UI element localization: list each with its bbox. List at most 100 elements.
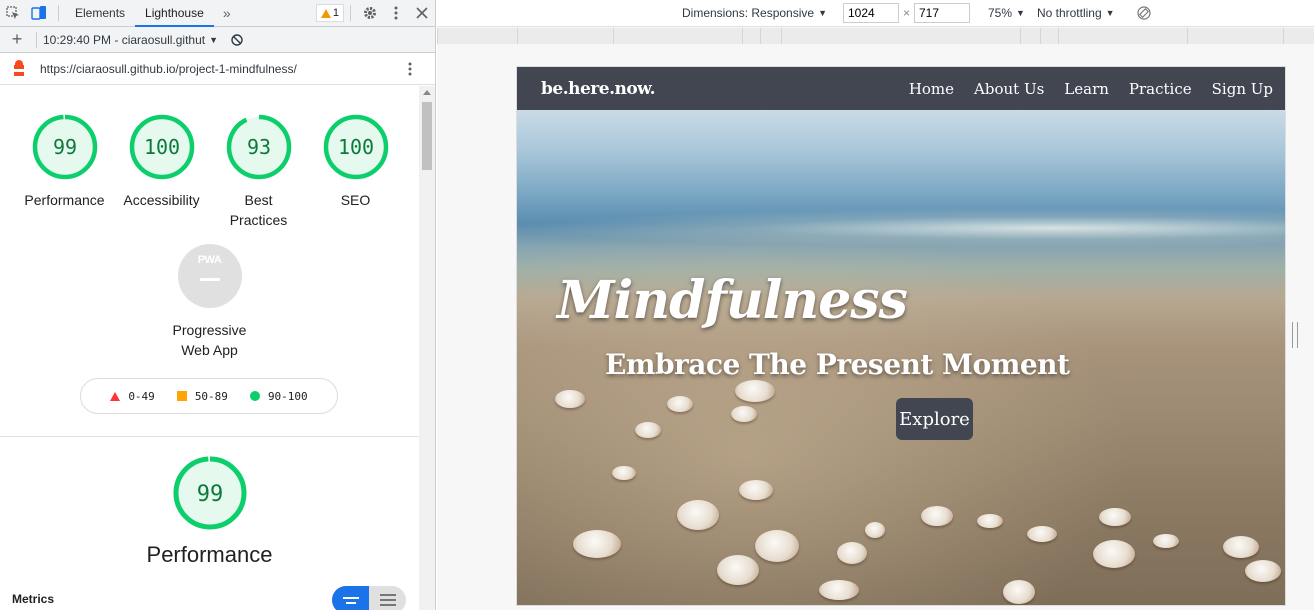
- report-selector[interactable]: 10:29:40 PM - ciaraosull.githut ▼: [43, 33, 218, 47]
- seashell: [555, 390, 585, 408]
- site-logo[interactable]: be.here.now.: [541, 79, 656, 99]
- explore-button[interactable]: Explore: [896, 398, 973, 440]
- zoom-select[interactable]: 75% ▼: [988, 6, 1025, 20]
- gauge-ring: 99: [173, 456, 246, 530]
- hero-beach-image: Mindfulness Embrace The Present Moment E…: [517, 110, 1285, 605]
- times-sign: ×: [902, 6, 910, 20]
- width-input[interactable]: [842, 3, 899, 23]
- seashell: [667, 396, 693, 412]
- tab-elements[interactable]: Elements: [65, 0, 135, 27]
- score-legend: 0-49 50-89 90-100: [80, 378, 338, 414]
- gauge-best-practices[interactable]: 93 Best Practices: [210, 114, 307, 230]
- gauge-value: 100: [143, 135, 179, 159]
- more-tabs-icon[interactable]: »: [214, 0, 240, 26]
- emulated-page: be.here.now. Home About Us Learn Practic…: [517, 67, 1285, 605]
- rotate-icon[interactable]: [1136, 6, 1151, 20]
- gauge-value: 99: [196, 482, 223, 507]
- nav-link-signup[interactable]: Sign Up: [1212, 80, 1273, 98]
- media-query-ruler[interactable]: [437, 28, 1314, 44]
- nav-link-practice[interactable]: Practice: [1129, 80, 1192, 98]
- gauge-label: Accessibility: [123, 192, 200, 208]
- chevron-down-icon: ▼: [209, 34, 219, 45]
- seashell: [635, 422, 661, 438]
- pwa-badge-icon: PWA: [177, 244, 242, 308]
- dimensions-select[interactable]: Dimensions: Responsive ▼: [682, 6, 827, 20]
- seashell: [819, 580, 859, 600]
- kebab-menu-icon[interactable]: [383, 0, 409, 26]
- report-toolbar: + 10:29:40 PM - ciaraosull.githut ▼: [0, 27, 435, 53]
- gauge-seo[interactable]: 100 SEO: [307, 114, 404, 230]
- nav-link-learn[interactable]: Learn: [1064, 80, 1109, 98]
- gauge-ring: 99: [32, 114, 97, 180]
- site-nav-links: Home About Us Learn Practice Sign Up: [909, 80, 1273, 98]
- warnings-badge[interactable]: 1: [315, 4, 344, 22]
- device-toolbar: Dimensions: Responsive ▼ × 75% ▼ No thro…: [437, 0, 1314, 27]
- performance-title: Performance: [146, 542, 273, 567]
- seashell: [1099, 508, 1131, 526]
- inspect-element-icon[interactable]: [0, 0, 26, 26]
- dimensions-label: Dimensions: Responsive: [682, 6, 815, 20]
- nav-link-about[interactable]: About Us: [974, 80, 1044, 98]
- gauge-ring: 100: [129, 114, 194, 180]
- gauge-label: Performance: [24, 192, 105, 208]
- expanded-view-icon[interactable]: [369, 586, 406, 610]
- seashell: [717, 555, 759, 585]
- pwa-label: Progressive Web App: [172, 322, 247, 358]
- seashell: [1093, 540, 1135, 568]
- report-scrollbar[interactable]: [419, 86, 435, 610]
- gauge-value: 99: [52, 135, 76, 159]
- seashell: [977, 514, 1003, 528]
- seashell: [612, 466, 636, 480]
- seashell: [921, 506, 953, 526]
- resize-handle[interactable]: [1292, 322, 1298, 348]
- legend-fail: 0-49: [110, 390, 155, 403]
- chevron-down-icon: ▼: [818, 8, 827, 18]
- device-emulation-area: Dimensions: Responsive ▼ × 75% ▼ No thro…: [437, 0, 1314, 610]
- scroll-up-icon[interactable]: [423, 90, 431, 95]
- devtools-panel: Elements Lighthouse » 1 + 10:29:40 PM - …: [0, 0, 436, 610]
- seashell: [755, 530, 799, 562]
- scrollbar-thumb[interactable]: [422, 102, 432, 170]
- gauge-label: SEO: [340, 192, 371, 208]
- add-report-icon[interactable]: +: [4, 27, 30, 53]
- lighthouse-report: 99 Performance 100 Accessibility 93 Best…: [0, 86, 419, 610]
- circle-icon: [249, 391, 260, 401]
- separator: [350, 5, 351, 21]
- square-icon: [176, 391, 187, 401]
- separator: [58, 5, 59, 21]
- height-input[interactable]: [914, 3, 970, 23]
- seashell: [1245, 560, 1281, 582]
- triangle-icon: [110, 391, 121, 401]
- close-icon[interactable]: [409, 0, 435, 26]
- seashell: [573, 530, 621, 558]
- seashell: [837, 542, 867, 564]
- nav-link-home[interactable]: Home: [909, 80, 954, 98]
- throttling-select[interactable]: No throttling ▼: [1037, 6, 1115, 20]
- gauge-value: 100: [337, 135, 373, 159]
- devtools-tabbar: Elements Lighthouse » 1: [0, 0, 435, 27]
- seashell: [735, 380, 775, 402]
- hero-title: Mindfulness: [557, 270, 908, 331]
- clear-block-icon[interactable]: [224, 27, 250, 53]
- device-toolbar-icon[interactable]: [26, 0, 52, 26]
- pwa-badge-text: PWA: [197, 254, 222, 266]
- seashell: [1027, 526, 1057, 542]
- tab-lighthouse[interactable]: Lighthouse: [135, 0, 214, 27]
- chevron-down-icon: ▼: [1016, 8, 1025, 18]
- metrics-view-toggle[interactable]: [332, 586, 406, 610]
- gauge-accessibility[interactable]: 100 Accessibility: [113, 114, 210, 230]
- separator: [36, 31, 37, 48]
- seashell: [677, 500, 719, 530]
- performance-section-gauge: 99 Performance: [0, 456, 419, 568]
- wave-foam: [517, 208, 1285, 248]
- compact-view-icon[interactable]: [332, 586, 369, 610]
- pwa-gauge[interactable]: PWA Progressive Web App: [0, 244, 419, 360]
- warning-icon: [320, 8, 331, 18]
- settings-gear-icon[interactable]: [357, 0, 383, 26]
- seashell: [731, 406, 757, 422]
- gauge-performance[interactable]: 99 Performance: [16, 114, 113, 230]
- section-divider: [0, 436, 419, 437]
- legend-average-range: 50-89: [194, 389, 228, 403]
- report-menu-icon[interactable]: [397, 56, 423, 82]
- seashell: [739, 480, 773, 500]
